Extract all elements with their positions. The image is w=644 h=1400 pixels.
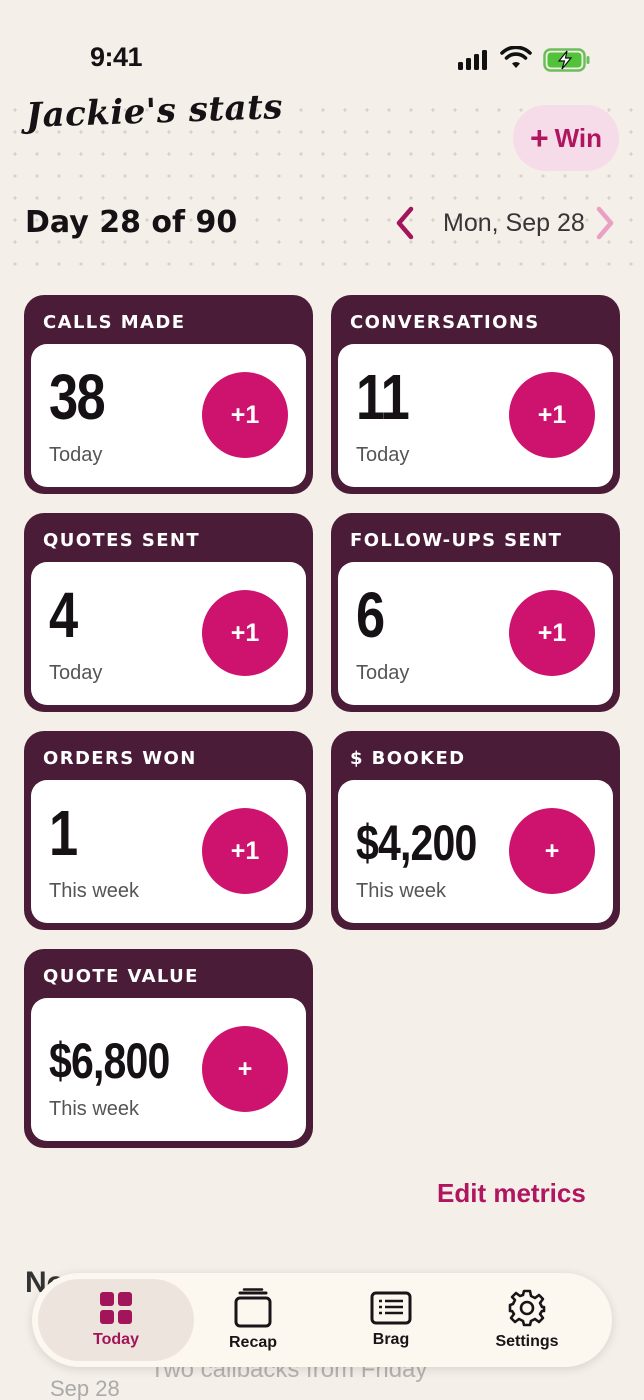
metric-label: ORDERS WON [43, 748, 197, 769]
increment-button[interactable]: +1 [509, 372, 595, 458]
increment-button[interactable]: + [202, 1026, 288, 1112]
tab-label: Recap [228, 1334, 278, 1351]
plus-icon: + [529, 120, 549, 156]
grid-icon [100, 1292, 132, 1324]
metric-value: 6 [356, 579, 385, 651]
metric-body: 11 Today +1 [338, 344, 613, 487]
day-progress: Day 28 of 90 [25, 205, 238, 240]
win-button-label: Win [554, 122, 603, 153]
increment-button[interactable]: +1 [202, 372, 288, 458]
increment-button[interactable]: +1 [202, 808, 288, 894]
metric-body: 6 Today +1 [338, 562, 613, 705]
chevron-left-icon[interactable] [392, 203, 418, 243]
metric-label: $ BOOKED [350, 748, 466, 769]
increment-button[interactable]: +1 [509, 590, 595, 676]
bottom-tab-bar: Today Recap Brag Settings [32, 1273, 612, 1367]
metric-card-booked: $ BOOKED $4,200 This week + [331, 731, 620, 930]
metric-body: 1 This week +1 [31, 780, 306, 923]
metric-period: Today [356, 662, 410, 684]
status-time: 9:41 [90, 42, 143, 72]
metric-period: This week [356, 880, 447, 902]
metric-value: 4 [49, 579, 78, 651]
metric-value: $4,200 [356, 815, 477, 871]
metric-label: CONVERSATIONS [350, 312, 540, 333]
metric-period: Today [49, 444, 103, 466]
metric-label: CALLS MADE [43, 312, 186, 333]
metric-value: 1 [49, 797, 78, 869]
metric-body: $4,200 This week + [338, 780, 613, 923]
metric-card-quote-value: QUOTE VALUE $6,800 This week + [24, 949, 313, 1148]
tab-label: Brag [372, 1331, 410, 1348]
current-date: Mon, Sep 28 [443, 209, 585, 237]
metric-body: 38 Today +1 [31, 344, 306, 487]
metric-card-calls-made: CALLS MADE 38 Today +1 [24, 295, 313, 494]
metric-value: $6,800 [49, 1033, 170, 1089]
tab-brag[interactable]: Brag [336, 1273, 446, 1367]
chevron-right-icon[interactable] [592, 203, 618, 243]
cellular-signal-icon [458, 50, 487, 70]
metric-label: QUOTE VALUE [43, 966, 199, 987]
edit-metrics-link[interactable]: Edit metrics [437, 1178, 586, 1209]
tab-label: Today [93, 1331, 139, 1348]
tab-settings[interactable]: Settings [472, 1273, 582, 1367]
metric-body: $6,800 This week + [31, 998, 306, 1141]
metric-body: 4 Today +1 [31, 562, 306, 705]
metric-label: QUOTES SENT [43, 530, 201, 551]
metric-period: Today [356, 444, 410, 466]
wifi-icon [500, 46, 532, 68]
metric-period: This week [49, 880, 140, 902]
tab-today[interactable]: Today [38, 1279, 194, 1361]
increment-button[interactable]: +1 [202, 590, 288, 676]
add-win-button[interactable]: + Win [513, 105, 619, 171]
metric-value: 11 [356, 361, 410, 433]
metric-card-conversations: CONVERSATIONS 11 Today +1 [331, 295, 620, 494]
metric-value: 38 [49, 361, 106, 433]
metric-period: This week [49, 1098, 140, 1120]
status-bar: 9:41 [0, 0, 644, 95]
tab-label: Settings [495, 1333, 559, 1350]
battery-charging-icon [543, 48, 590, 72]
metric-card-orders-won: ORDERS WON 1 This week +1 [24, 731, 313, 930]
tab-recap[interactable]: Recap [198, 1273, 308, 1367]
note-date: Sep 28 [50, 1376, 120, 1400]
gear-icon [508, 1289, 546, 1327]
metric-label: FOLLOW-UPS SENT [350, 530, 563, 551]
metric-period: Today [49, 662, 103, 684]
metric-card-quotes-sent: QUOTES SENT 4 Today +1 [24, 513, 313, 712]
increment-button[interactable]: + [509, 808, 595, 894]
metric-card-follow-ups-sent: FOLLOW-UPS SENT 6 Today +1 [331, 513, 620, 712]
list-icon [370, 1291, 412, 1325]
stack-icon [234, 1288, 272, 1328]
